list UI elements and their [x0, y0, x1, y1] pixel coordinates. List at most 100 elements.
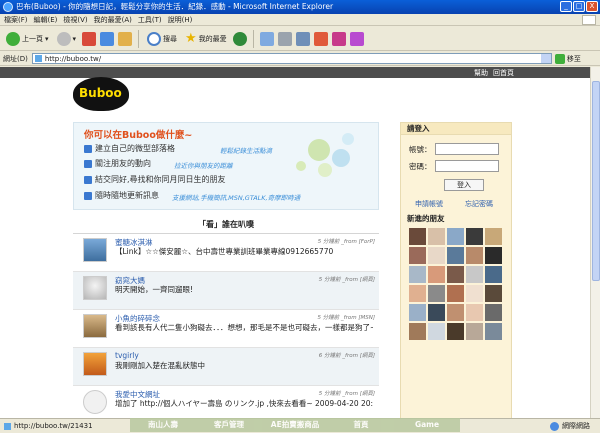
avatar[interactable] [83, 276, 107, 300]
friend-avatar[interactable] [485, 323, 502, 340]
menu-tools[interactable]: 工具(T) [138, 14, 162, 25]
window-title: 巴布(Buboo) - 你的隨想日記，輕鬆分享你的生活．紀錄．感動 - Micr… [16, 2, 334, 11]
scrollbar-thumb[interactable] [592, 81, 600, 281]
home-icon[interactable] [118, 31, 133, 46]
favorites-button[interactable]: ★ 我的最愛 [183, 29, 229, 49]
messenger-icon[interactable] [331, 31, 346, 46]
register-link[interactable]: 申請帳號 [415, 199, 443, 209]
ad-tab[interactable]: 客戶管理 [196, 418, 262, 432]
friend-avatar[interactable] [447, 247, 464, 264]
friend-avatar[interactable] [409, 304, 426, 321]
avatar[interactable] [83, 238, 107, 262]
ad-tab[interactable]: Game [394, 418, 460, 432]
minimize-button[interactable]: _ [560, 1, 572, 12]
friend-avatar[interactable] [485, 285, 502, 302]
friend-avatar[interactable] [466, 304, 483, 321]
friend-avatar[interactable] [409, 285, 426, 302]
friend-avatar[interactable] [485, 304, 502, 321]
ad-tab[interactable]: 南山人壽 [130, 418, 196, 432]
friend-avatar[interactable] [447, 304, 464, 321]
mail-icon[interactable] [259, 31, 274, 46]
new-friends-grid [409, 228, 507, 340]
forgot-password-link[interactable]: 忘記密碼 [465, 199, 493, 209]
friend-avatar[interactable] [447, 285, 464, 302]
research-icon[interactable] [349, 31, 364, 46]
account-input[interactable] [434, 143, 499, 155]
friend-avatar[interactable] [466, 285, 483, 302]
friend-avatar[interactable] [409, 323, 426, 340]
go-arrow-icon [554, 53, 565, 64]
buboo-logo[interactable]: Buboo [73, 77, 129, 111]
friend-avatar[interactable] [466, 266, 483, 283]
friend-avatar[interactable] [428, 323, 445, 340]
close-button[interactable]: X [586, 1, 598, 12]
search-button[interactable]: 搜尋 [145, 29, 179, 49]
feed-text: 看到該長有人代二隻小狗礙去．．．想想，那毛是不是也可礙去，一樣都是狗了~ [115, 323, 373, 332]
menu-view[interactable]: 檢視(V) [63, 14, 87, 25]
check-icon [84, 175, 92, 184]
search-icon [147, 31, 162, 46]
banner-title: 你可以在Buboo做什麼~ [84, 130, 193, 141]
banner-row-text: 隨時隨地更新訊息 [95, 191, 159, 200]
banner-row: 建立自己的微型部落格 [84, 143, 175, 154]
toolbar: 上一頁 ▾ ▾ 搜尋 ★ 我的最愛 [0, 27, 600, 51]
maximize-button[interactable]: □ [573, 1, 585, 12]
feed-text: 【Link】☆☆傑安麗☆、台中壽世專業訓班畢業專線0912665770 [115, 247, 334, 256]
avatar[interactable] [83, 352, 107, 376]
menu-edit[interactable]: 編輯(E) [34, 14, 58, 25]
ad-tab[interactable]: 首頁 [328, 418, 394, 432]
friend-avatar[interactable] [466, 228, 483, 245]
friend-avatar[interactable] [485, 266, 502, 283]
friend-avatar[interactable] [447, 266, 464, 283]
friend-avatar[interactable] [447, 323, 464, 340]
history-icon[interactable] [232, 31, 247, 46]
friend-avatar[interactable] [447, 228, 464, 245]
feed-text: 明天開始，一齊同遛眼! [115, 285, 194, 294]
friend-avatar[interactable] [409, 228, 426, 245]
discuss-icon[interactable] [313, 31, 328, 46]
forward-arrow-icon [56, 31, 71, 46]
stop-icon[interactable] [82, 31, 97, 46]
feed-user[interactable]: tvgirly [115, 351, 139, 360]
friend-avatar[interactable] [428, 228, 445, 245]
friend-avatar[interactable] [409, 247, 426, 264]
print-icon[interactable] [277, 31, 292, 46]
vertical-scrollbar[interactable] [590, 67, 600, 418]
dropdown-arrow-icon[interactable] [540, 54, 551, 63]
password-input[interactable] [434, 160, 499, 172]
account-row: 帳號： [409, 143, 499, 155]
friend-avatar[interactable] [428, 285, 445, 302]
ad-tab[interactable]: AE拍賣搬商品 [262, 418, 328, 432]
address-input[interactable]: http://buboo.tw/ [31, 53, 552, 64]
menu-help[interactable]: 說明(H) [168, 14, 193, 25]
edit-icon[interactable] [295, 31, 310, 46]
menu-favorites[interactable]: 我的最愛(A) [94, 14, 132, 25]
friend-avatar[interactable] [428, 266, 445, 283]
home-link[interactable]: 回首頁 [493, 68, 514, 78]
globe-icon [550, 421, 559, 431]
menu-file[interactable]: 檔案(F) [4, 14, 28, 25]
page-icon [4, 422, 11, 430]
go-button[interactable]: 移至 [554, 53, 581, 64]
avatar[interactable] [83, 314, 107, 338]
friend-avatar[interactable] [485, 247, 502, 264]
check-icon [84, 144, 92, 153]
friend-avatar[interactable] [428, 304, 445, 321]
friend-avatar[interactable] [485, 228, 502, 245]
friend-avatar[interactable] [466, 247, 483, 264]
status-url: http://buboo.tw/21431 [4, 419, 93, 433]
feed-time: 5 分鐘前 _from [網頁] [318, 391, 375, 397]
login-links: 申請帳號 忘記密碼 [415, 199, 493, 209]
speech-bubble-icon[interactable] [83, 390, 107, 414]
forward-button[interactable]: ▾ [55, 29, 79, 49]
friend-avatar[interactable] [466, 323, 483, 340]
back-button[interactable]: 上一頁 ▾ [4, 29, 51, 49]
banner-row: 關注朋友的動向 [84, 158, 151, 169]
login-button[interactable]: 登入 [444, 179, 484, 191]
chevron-down-icon: ▾ [45, 34, 49, 43]
password-row: 密碼： [409, 160, 499, 172]
refresh-icon[interactable] [100, 31, 115, 46]
friend-avatar[interactable] [409, 266, 426, 283]
friend-avatar[interactable] [428, 247, 445, 264]
help-link[interactable]: 幫助 [474, 68, 488, 78]
